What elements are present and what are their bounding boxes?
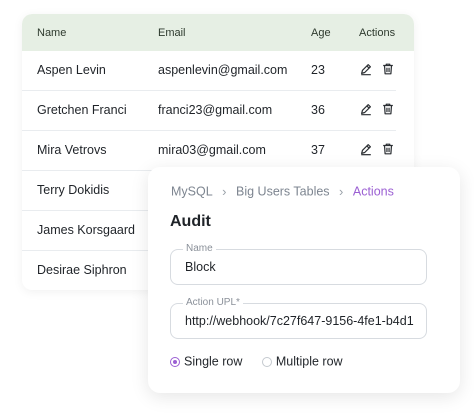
trash-icon[interactable]: [381, 62, 395, 76]
breadcrumb: MySQL › Big Users Tables › Actions: [171, 184, 394, 199]
multiple-row-label: Multiple row: [275, 355, 343, 370]
name-field-label: Name: [183, 243, 216, 255]
cell-email: mira03@gmail.com: [158, 143, 266, 157]
table-row[interactable]: Aspen Levin aspenlevin@gmail.com 23: [22, 51, 396, 91]
row-actions: [359, 61, 403, 76]
cell-age: 23: [311, 63, 325, 77]
cell-name: James Korsgaard: [37, 223, 135, 237]
chevron-right-icon: ›: [339, 184, 344, 200]
cell-email: aspenlevin@gmail.com: [158, 63, 288, 77]
page-title: Audit: [170, 213, 211, 230]
row-actions: [359, 101, 403, 116]
multiple-row-radio[interactable]: Multiple row: [261, 354, 343, 370]
cell-name: Desirae Siphron: [37, 263, 127, 277]
cell-email: franci23@gmail.com: [158, 103, 273, 117]
action-form-panel: MySQL › Big Users Tables › Actions Audit…: [148, 167, 460, 393]
action-url-field[interactable]: Action UPL* http://webhook/7c27f647-9156…: [170, 297, 427, 339]
name-field-value[interactable]: Block: [185, 260, 417, 274]
radio-checked-icon[interactable]: [170, 357, 180, 368]
table-row[interactable]: Mira Vetrovs mira03@gmail.com 37: [22, 131, 396, 171]
column-header-email[interactable]: Email: [158, 27, 186, 39]
column-header-age[interactable]: Age: [311, 27, 331, 39]
radio-unchecked-icon[interactable]: [261, 357, 272, 368]
table-row[interactable]: Gretchen Franci franci23@gmail.com 36: [22, 91, 396, 131]
cell-name: Gretchen Franci: [37, 103, 127, 117]
breadcrumb-item-big-users-tables[interactable]: Big Users Tables: [236, 185, 330, 199]
trash-icon[interactable]: [381, 102, 395, 116]
table-header: Name Email Age Actions: [22, 14, 414, 51]
action-url-field-value[interactable]: http://webhook/7c27f647-9156-4fe1-b4d1: [185, 314, 417, 328]
single-row-radio[interactable]: Single row: [170, 354, 242, 369]
breadcrumb-item-mysql[interactable]: MySQL: [171, 185, 213, 199]
cell-age: 36: [311, 103, 325, 117]
cell-age: 37: [311, 143, 325, 157]
column-header-actions: Actions: [359, 27, 396, 39]
row-actions: [359, 141, 403, 156]
edit-icon[interactable]: [359, 62, 373, 76]
cell-name: Aspen Levin: [37, 63, 106, 77]
column-header-name[interactable]: Name: [37, 27, 66, 39]
breadcrumb-item-actions: Actions: [352, 184, 394, 199]
edit-icon[interactable]: [359, 142, 373, 156]
trash-icon[interactable]: [381, 142, 395, 156]
chevron-right-icon: ›: [222, 184, 227, 200]
name-field[interactable]: Name Block: [170, 243, 427, 285]
cell-name: Mira Vetrovs: [37, 143, 107, 157]
action-url-field-label: Action UPL*: [183, 297, 243, 309]
edit-icon[interactable]: [359, 102, 373, 116]
cell-name: Terry Dokidis: [37, 183, 110, 197]
row-mode-radio-group: Single row Multiple row: [170, 354, 359, 369]
single-row-label: Single row: [184, 355, 243, 370]
